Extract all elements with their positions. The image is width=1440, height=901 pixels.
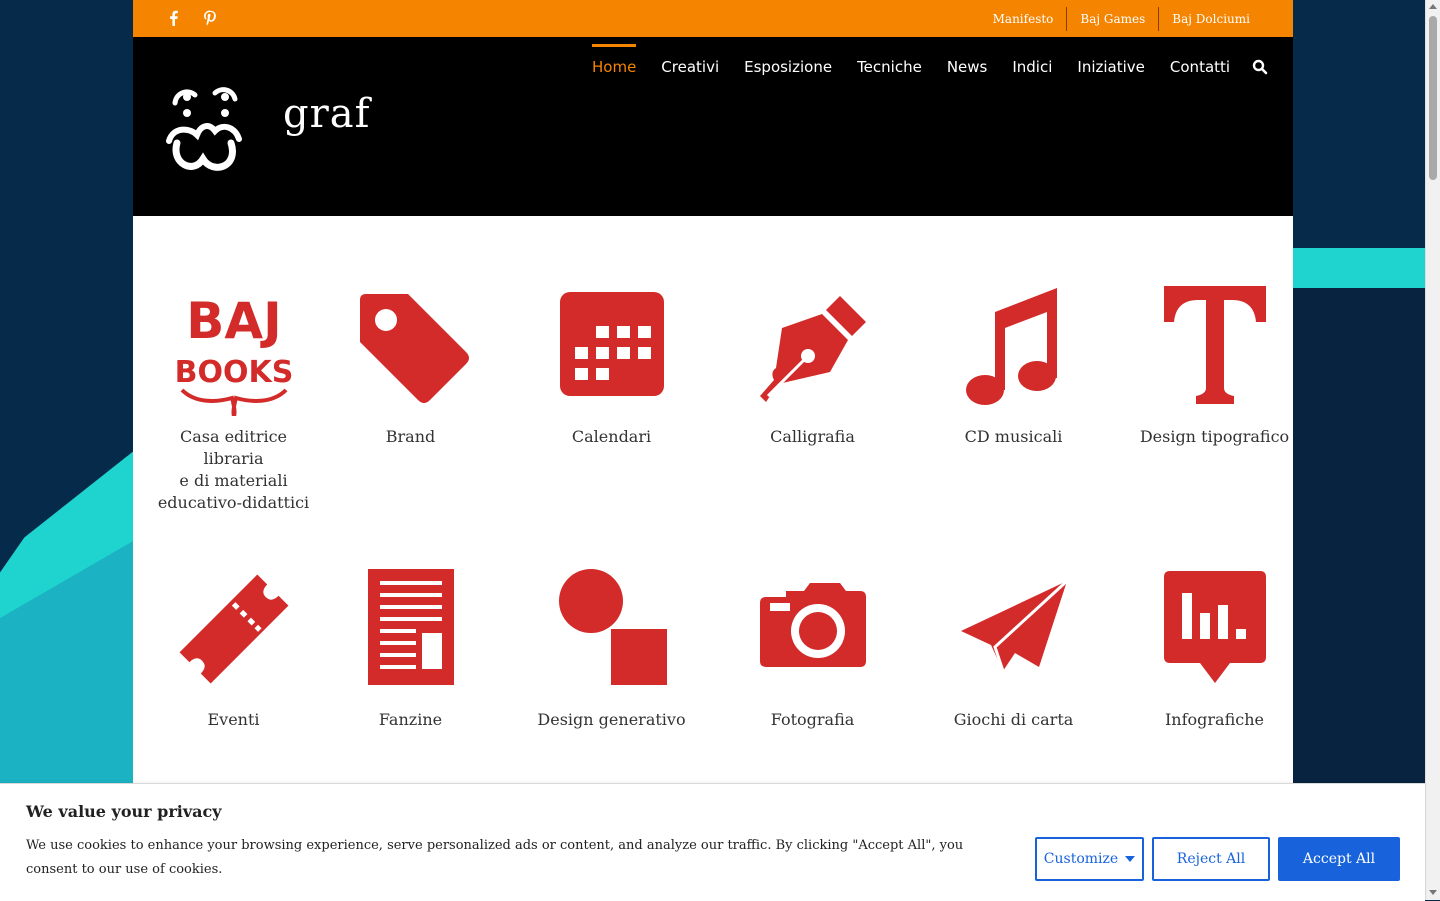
- nav-contatti[interactable]: Contatti: [1170, 42, 1230, 92]
- tile-label: Casa editrice libraria e di materiali ed…: [157, 427, 310, 512]
- tile-brand[interactable]: Brand: [310, 286, 511, 448]
- site-header: graf Home Creativi Esposizione Tecniche …: [133, 37, 1293, 216]
- baj-books-logo-books: BOOKS: [174, 355, 293, 390]
- cookie-banner: We value your privacy We use cookies to …: [0, 783, 1425, 901]
- tile-cd-musicali[interactable]: CD musicali: [913, 286, 1114, 448]
- tile-infografiche[interactable]: Infografiche: [1114, 569, 1315, 731]
- ticket-icon: [179, 574, 288, 684]
- customize-button[interactable]: Customize: [1035, 837, 1144, 881]
- logo-text: graf: [283, 91, 371, 137]
- facebook-icon[interactable]: [165, 9, 183, 27]
- reject-all-button[interactable]: Reject All: [1152, 837, 1270, 881]
- nav-esposizione[interactable]: Esposizione: [744, 42, 832, 92]
- paper-plane-icon: [960, 579, 1068, 672]
- site-logo[interactable]: graf: [163, 67, 369, 177]
- mustache-face-logo-icon: [166, 87, 242, 171]
- customize-label: Customize: [1043, 851, 1119, 867]
- top-link-manifesto[interactable]: Manifesto: [980, 7, 1067, 31]
- tile-label: CD musicali: [964, 427, 1063, 446]
- tile-label: Giochi di carta: [953, 710, 1074, 729]
- chart-bubble-icon: [1163, 571, 1266, 683]
- cookie-title: We value your privacy: [26, 802, 222, 821]
- tile-eventi[interactable]: Eventi: [133, 569, 334, 731]
- tile-design-generativo[interactable]: Design generativo: [511, 569, 712, 731]
- tile-giochi-di-carta[interactable]: Giochi di carta: [913, 569, 1114, 731]
- tile-calendari[interactable]: Calendari: [511, 286, 712, 448]
- page-scrollbar[interactable]: [1425, 0, 1440, 900]
- music-note-icon: [965, 288, 1057, 405]
- background-stripe-right: [1293, 248, 1425, 288]
- nav-creativi[interactable]: Creativi: [661, 42, 719, 92]
- letter-t-icon: [1163, 286, 1266, 404]
- cookie-text: We use cookies to enhance your browsing …: [26, 838, 964, 877]
- tile-design-tipografico[interactable]: Design tipografico: [1114, 286, 1315, 448]
- nav-news[interactable]: News: [947, 42, 988, 92]
- top-links: Manifesto Baj Games Baj Dolciumi: [980, 0, 1250, 37]
- scroll-up-arrow-icon[interactable]: [1429, 4, 1437, 9]
- shapes-icon: [558, 569, 667, 685]
- nav-iniziative[interactable]: Iniziative: [1077, 42, 1145, 92]
- baj-books-logo-icon: BAJ BOOKS: [174, 292, 293, 416]
- search-icon[interactable]: [1252, 59, 1268, 75]
- top-link-baj-games[interactable]: Baj Games: [1066, 6, 1158, 31]
- tile-fanzine[interactable]: Fanzine: [310, 569, 511, 731]
- nav-indici[interactable]: Indici: [1012, 42, 1052, 92]
- calendar-icon: [559, 292, 664, 396]
- tile-label: Fotografia: [770, 710, 855, 729]
- tile-label: Design tipografico: [1139, 427, 1290, 446]
- tile-label: Calendari: [571, 427, 652, 446]
- page-wrapper: Manifesto Baj Games Baj Dolciumi graf Ho…: [133, 0, 1293, 900]
- baj-books-logo-baj: BAJ: [186, 292, 281, 350]
- top-bar: Manifesto Baj Games Baj Dolciumi: [133, 0, 1293, 37]
- tag-icon: [359, 294, 469, 403]
- social-links: [165, 9, 219, 27]
- tile-fotografia[interactable]: Fotografia: [712, 569, 913, 731]
- top-link-baj-dolciumi[interactable]: Baj Dolciumi: [1158, 6, 1250, 31]
- tile-label: Design generativo: [537, 710, 686, 729]
- nav-home[interactable]: Home: [592, 42, 637, 92]
- tile-label: Brand: [385, 427, 436, 446]
- tile-label: Eventi: [207, 710, 260, 729]
- scroll-down-arrow-icon[interactable]: [1429, 890, 1437, 895]
- pinterest-icon[interactable]: [201, 9, 219, 27]
- nav-tecniche[interactable]: Tecniche: [857, 42, 922, 92]
- fountain-pen-icon: [759, 296, 866, 402]
- tile-label: Fanzine: [378, 710, 443, 729]
- scroll-thumb[interactable]: [1429, 16, 1437, 180]
- tile-casa-editrice[interactable]: BAJ BOOKS Casa editrice libraria e di ma…: [133, 286, 334, 514]
- accept-all-button[interactable]: Accept All: [1278, 837, 1400, 881]
- tile-label: Calligrafia: [770, 427, 855, 446]
- camera-icon: [759, 583, 866, 667]
- newspaper-icon: [367, 569, 454, 685]
- tile-label: Infografiche: [1164, 710, 1264, 729]
- main-nav: Home Creativi Esposizione Tecniche News …: [592, 37, 1268, 97]
- caret-down-icon: [1125, 856, 1136, 862]
- tile-calligrafia[interactable]: Calligrafia: [712, 286, 913, 448]
